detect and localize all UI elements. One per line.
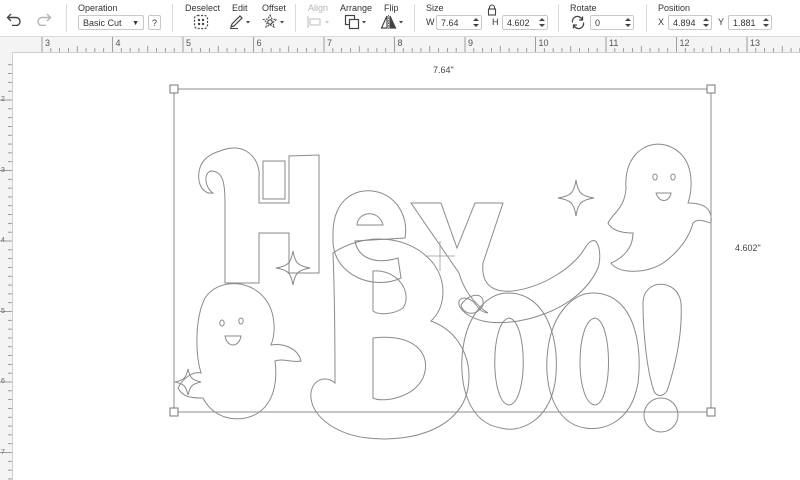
ruler-label: 5 — [1, 307, 5, 315]
chevron-down-icon: ▼ — [132, 20, 139, 27]
letter-o-middle — [461, 292, 557, 430]
height-label: H — [492, 17, 499, 27]
handle-top-right — [706, 84, 716, 94]
operation-label: Operation — [78, 3, 118, 13]
flip-icon[interactable] — [380, 14, 406, 30]
pen-icon[interactable] — [228, 14, 252, 30]
ruler-label: 4 — [1, 237, 5, 244]
x-label: X — [658, 17, 665, 27]
width-input[interactable]: 7.64 — [436, 15, 482, 30]
height-value: 4.602 — [507, 18, 530, 28]
ghost-bottom-eye-right — [238, 317, 244, 325]
operation-value: Basic Cut — [83, 18, 122, 28]
ruler-label: 11 — [609, 38, 619, 48]
ghost-bottom-mouth — [224, 335, 242, 346]
redo-icon[interactable] — [36, 12, 52, 26]
letter-h-inner — [262, 160, 286, 200]
ruler-label: 3 — [1, 166, 5, 174]
design-artwork[interactable] — [13, 53, 800, 480]
letter-h-outline — [198, 147, 320, 284]
vertical-ruler: 2 3 4 5 6 7 — [0, 52, 13, 480]
width-value: 7.64 — [441, 18, 459, 28]
ghost-top-eye-right — [670, 173, 676, 181]
ruler-label: 10 — [538, 38, 549, 48]
operation-select[interactable]: Basic Cut ▼ — [78, 15, 144, 30]
letter-y-outline — [410, 202, 601, 324]
ruler-label: 8 — [397, 38, 403, 48]
sparkle-middle-icon — [275, 250, 311, 286]
rotate-stepper-icon[interactable] — [625, 17, 631, 28]
ruler-label: 6 — [256, 38, 262, 48]
handle-bottom-right — [706, 407, 716, 417]
letter-e-inner — [356, 213, 384, 226]
center-crosshair — [425, 241, 455, 271]
ruler-label: 5 — [186, 38, 192, 48]
operation-help-button[interactable]: ? — [148, 15, 161, 30]
offset-icon[interactable] — [262, 14, 286, 30]
x-stepper-icon[interactable] — [703, 17, 709, 28]
position-y-input[interactable]: 1.881 — [728, 15, 772, 30]
ruler-label: 2 — [1, 96, 5, 103]
handle-bottom-left — [169, 407, 179, 417]
ruler-label: 9 — [468, 38, 474, 48]
rotate-value: 0 — [595, 18, 601, 28]
arrange-icon[interactable] — [344, 14, 368, 30]
align-label: Align — [308, 3, 329, 13]
position-y-value: 1.881 — [733, 18, 756, 28]
design-canvas[interactable]: 7.64" 4.602" — [13, 53, 800, 480]
y-stepper-icon[interactable] — [763, 17, 769, 28]
letter-o-middle-inner — [494, 317, 524, 406]
width-stepper-icon[interactable] — [473, 17, 479, 28]
deselect-icon[interactable] — [193, 14, 209, 30]
arrange-label: Arrange — [340, 3, 373, 13]
width-label: W — [426, 17, 435, 27]
ruler-label: 6 — [1, 378, 5, 385]
position-x-value: 4.894 — [673, 18, 696, 28]
undo-icon[interactable] — [6, 12, 22, 26]
ruler-label: 12 — [679, 38, 690, 48]
letter-b-lower-inner — [372, 336, 426, 401]
ghost-top-mouth — [655, 192, 672, 201]
exclamation-bar — [642, 283, 682, 396]
letter-b-outline — [310, 238, 470, 440]
ruler-label: 7 — [1, 448, 5, 456]
size-label: Size — [426, 3, 444, 13]
position-x-input[interactable]: 4.894 — [668, 15, 712, 30]
y-label: Y — [718, 17, 725, 27]
letter-e-outline — [332, 190, 407, 283]
handle-top-left — [169, 84, 179, 94]
ruler-ticks-vertical — [0, 64, 12, 480]
horizontal-ruler: 3 4 5 6 7 8 9 10 11 12 13 — [0, 37, 800, 53]
offset-label: Offset — [262, 3, 286, 13]
ghost-bottom-left-icon — [177, 283, 302, 420]
rotate-input[interactable]: 0 — [590, 15, 634, 30]
exclamation-dot — [643, 397, 679, 433]
ghost-bottom-eye-left — [219, 319, 225, 327]
position-label: Position — [658, 3, 691, 13]
ghost-top-eye-left — [652, 173, 658, 181]
edit-label: Edit — [232, 3, 248, 13]
rotate-icon[interactable] — [570, 15, 586, 30]
flip-label: Flip — [384, 3, 399, 13]
height-stepper-icon[interactable] — [539, 17, 545, 28]
ghost-top-right-icon — [607, 143, 712, 272]
ruler-label: 4 — [115, 38, 121, 48]
sparkle-top-icon — [557, 179, 595, 217]
align-icon[interactable] — [306, 14, 332, 30]
ruler-label: 3 — [45, 38, 51, 48]
lock-icon[interactable] — [487, 4, 497, 16]
height-input[interactable]: 4.602 — [502, 15, 548, 30]
letter-o-right-inner — [579, 317, 609, 406]
toolbar: Operation Basic Cut ▼ ? Deselect Edit Of… — [0, 0, 800, 37]
ruler-label: 13 — [750, 38, 761, 48]
rotate-label: Rotate — [570, 3, 597, 13]
ruler-label: 7 — [327, 38, 333, 48]
selection-bounding-box — [173, 88, 712, 413]
deselect-label: Deselect — [185, 3, 221, 13]
letter-o-right — [546, 292, 640, 430]
